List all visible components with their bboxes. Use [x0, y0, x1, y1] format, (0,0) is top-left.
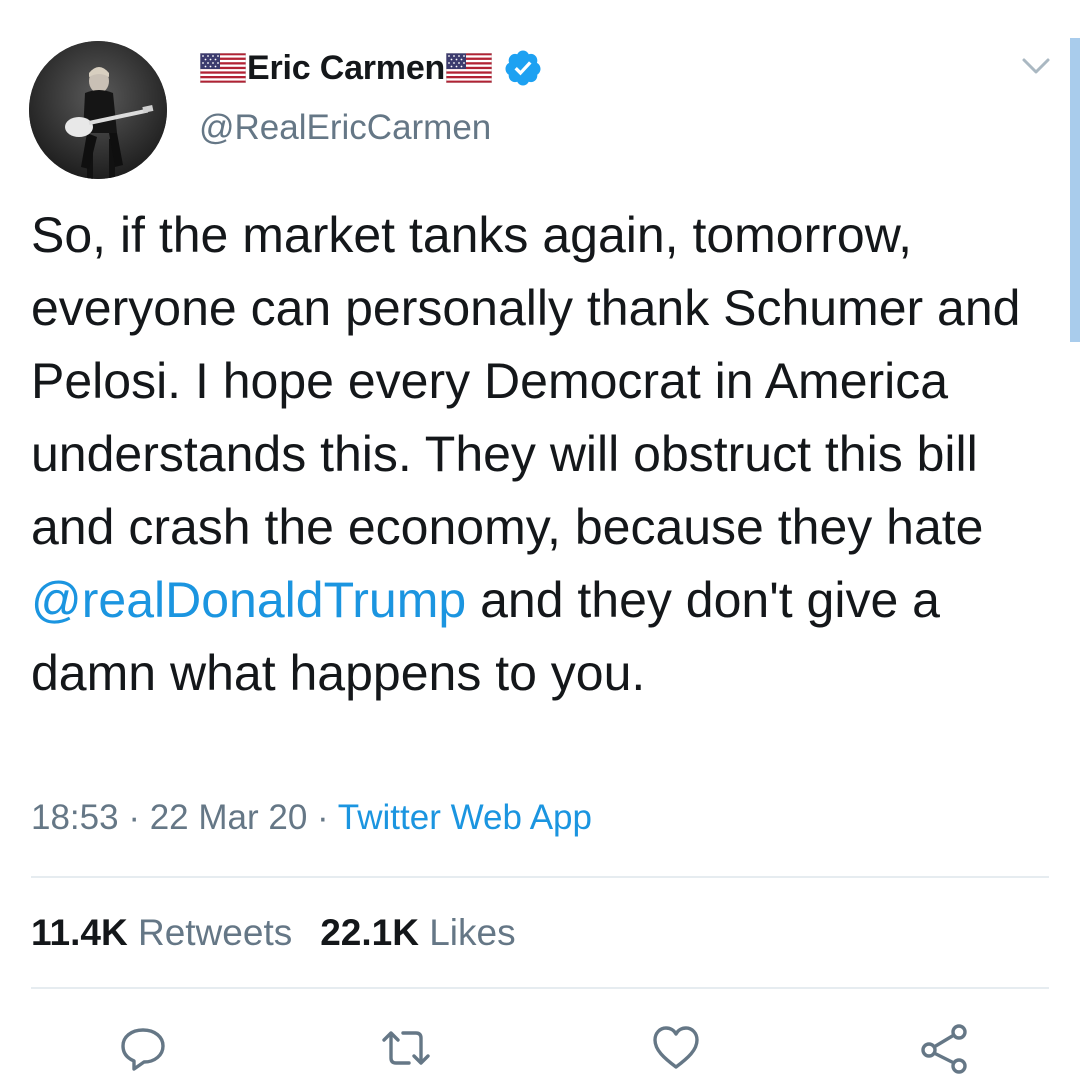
verified-badge-icon [503, 48, 543, 88]
tweet-text: So, if the market tanks again, tomorrow,… [31, 199, 1061, 710]
meta-separator: · [317, 798, 329, 837]
retweet-icon[interactable] [380, 1022, 432, 1074]
mention-link[interactable]: @realDonaldTrump [31, 572, 466, 628]
author-name-row[interactable]: Eric Carmen [199, 43, 543, 93]
likes-count: 22.1K [320, 912, 419, 953]
us-flag-icon [200, 53, 246, 83]
tweet-stats: 11.4K Retweets 22.1K Likes [31, 912, 516, 954]
retweets-count: 11.4K [31, 912, 128, 953]
likes-stat[interactable]: 22.1K Likes [320, 912, 515, 953]
reply-icon[interactable] [117, 1022, 169, 1074]
chevron-down-icon[interactable] [1016, 50, 1056, 80]
scrollbar[interactable] [1070, 38, 1080, 342]
likes-label: Likes [429, 912, 516, 953]
tweet-time[interactable]: 18:53 [31, 798, 119, 837]
share-icon[interactable] [918, 1022, 970, 1074]
tweet-date[interactable]: 22 Mar 20 [150, 798, 308, 837]
author-display-name[interactable]: Eric Carmen [247, 49, 445, 88]
divider [31, 876, 1049, 878]
like-icon[interactable] [650, 1022, 702, 1074]
retweets-label: Retweets [137, 912, 293, 953]
tweet-source-link[interactable]: Twitter Web App [338, 798, 592, 837]
tweet-card: Eric Carmen @RealEricCarmen So, if the m… [0, 0, 1080, 1080]
us-flag-icon [446, 53, 493, 83]
author-handle[interactable]: @RealEricCarmen [199, 108, 491, 148]
avatar[interactable] [29, 41, 167, 179]
divider [31, 987, 1049, 989]
tweet-text-part: So, if the market tanks again, tomorrow,… [31, 207, 1021, 555]
retweets-stat[interactable]: 11.4K Retweets [31, 912, 292, 953]
tweet-meta: 18:53 · 22 Mar 20 · Twitter Web App [31, 798, 592, 838]
meta-separator: · [128, 798, 140, 837]
